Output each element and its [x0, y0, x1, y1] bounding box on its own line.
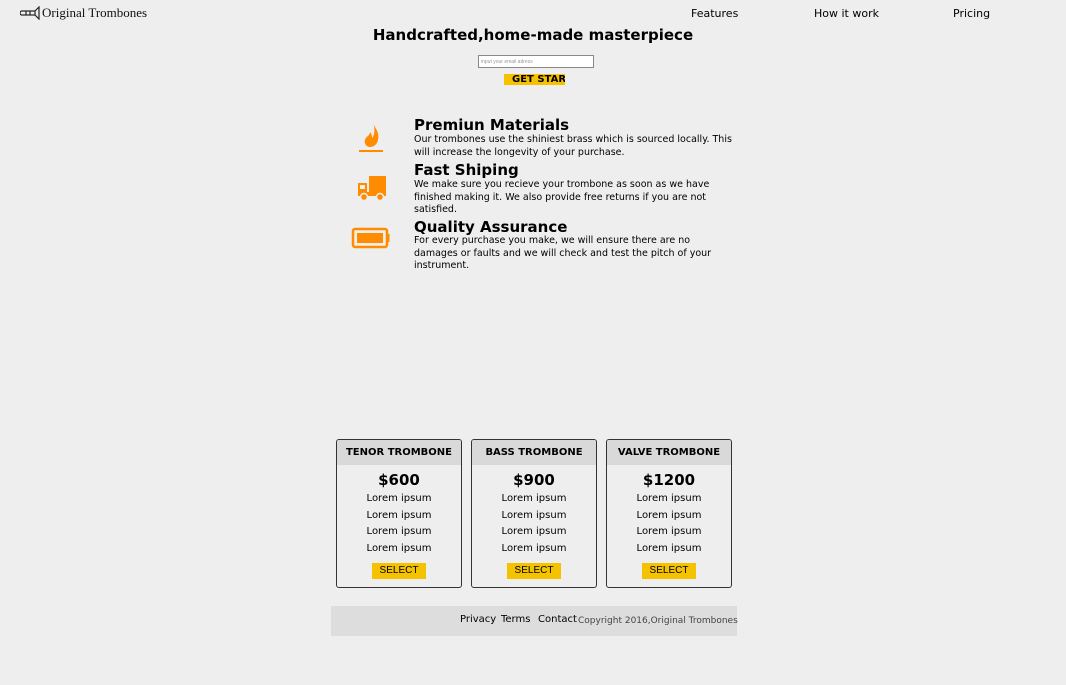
copyright-text: Copyright 2016,Original Trombones	[578, 616, 738, 626]
card-feature-line: Lorem ipsum	[501, 543, 567, 555]
card-feature-line: Lorem ipsum	[366, 526, 432, 538]
feature-text: We make sure you recieve your trombone a…	[414, 179, 710, 215]
nav-link-pricing[interactable]: Pricing	[953, 7, 990, 20]
trombone-icon	[19, 5, 40, 21]
card-feature-line: Lorem ipsum	[636, 493, 702, 504]
truck-icon	[350, 168, 392, 210]
get-started-button[interactable]: GET STARTED	[504, 74, 565, 85]
fire-icon	[350, 116, 392, 158]
card-feature-line: Lorem ipsum	[366, 493, 432, 504]
nav-link-features[interactable]: Features	[691, 7, 738, 20]
feature-title: Fast Shiping	[414, 161, 519, 179]
feature-title: Premiun Materials	[414, 116, 570, 134]
card-feature-line: Lorem ipsum	[636, 543, 702, 555]
card-feature-line: Lorem ipsum	[501, 509, 567, 521]
select-button[interactable]: SELECT	[507, 562, 561, 579]
pricing-card-tenor: TENOR TROMBONE $600 Lorem ipsum Lorem ip…	[336, 439, 462, 588]
battery-icon	[350, 218, 392, 260]
pricing-card-bass: BASS TROMBONE $900 Lorem ipsum Lorem ips…	[471, 439, 597, 588]
card-title: TENOR TROMBONE	[337, 440, 461, 465]
select-button[interactable]: SELECT	[642, 562, 696, 579]
card-feature-line: Lorem ipsum	[501, 493, 567, 504]
footer-link-privacy[interactable]: Privacy	[460, 614, 496, 625]
hero-title: Handcrafted,home-made masterpiece	[372, 26, 694, 44]
footer-link-contact[interactable]: Contact	[538, 614, 577, 625]
card-feature-line: Lorem ipsum	[366, 509, 432, 521]
footer-link-terms[interactable]: Terms	[501, 614, 530, 625]
footer: Privacy Terms Contact Copyright 2016,Ori…	[331, 606, 738, 636]
card-price: $600	[378, 471, 420, 489]
feature-text: Our trombones use the shiniest brass whi…	[414, 134, 732, 158]
card-feature-line: Lorem ipsum	[501, 526, 567, 538]
pricing-card-valve: VALVE TROMBONE $1200 Lorem ipsum Lorem i…	[606, 439, 732, 588]
feature-text: For every purchase you make, we will ens…	[414, 235, 712, 271]
card-feature-line: Lorem ipsum	[636, 509, 702, 521]
card-price: $900	[513, 471, 555, 489]
select-button[interactable]: SELECT	[372, 562, 426, 579]
page: Original Trombones Features How it work …	[0, 0, 1066, 685]
card-feature-line: Lorem ipsum	[636, 526, 702, 538]
card-title: VALVE TROMBONE	[607, 440, 731, 465]
card-title: BASS TROMBONE	[472, 440, 596, 465]
logo-text: Original Trombones	[42, 5, 148, 20]
email-input[interactable]	[478, 55, 594, 68]
nav-link-how-it-work[interactable]: How it work	[814, 7, 879, 20]
logo[interactable]: Original Trombones	[19, 5, 148, 21]
feature-title: Quality Assurance	[414, 218, 568, 236]
card-price: $1200	[642, 471, 696, 489]
card-feature-line: Lorem ipsum	[366, 543, 432, 555]
